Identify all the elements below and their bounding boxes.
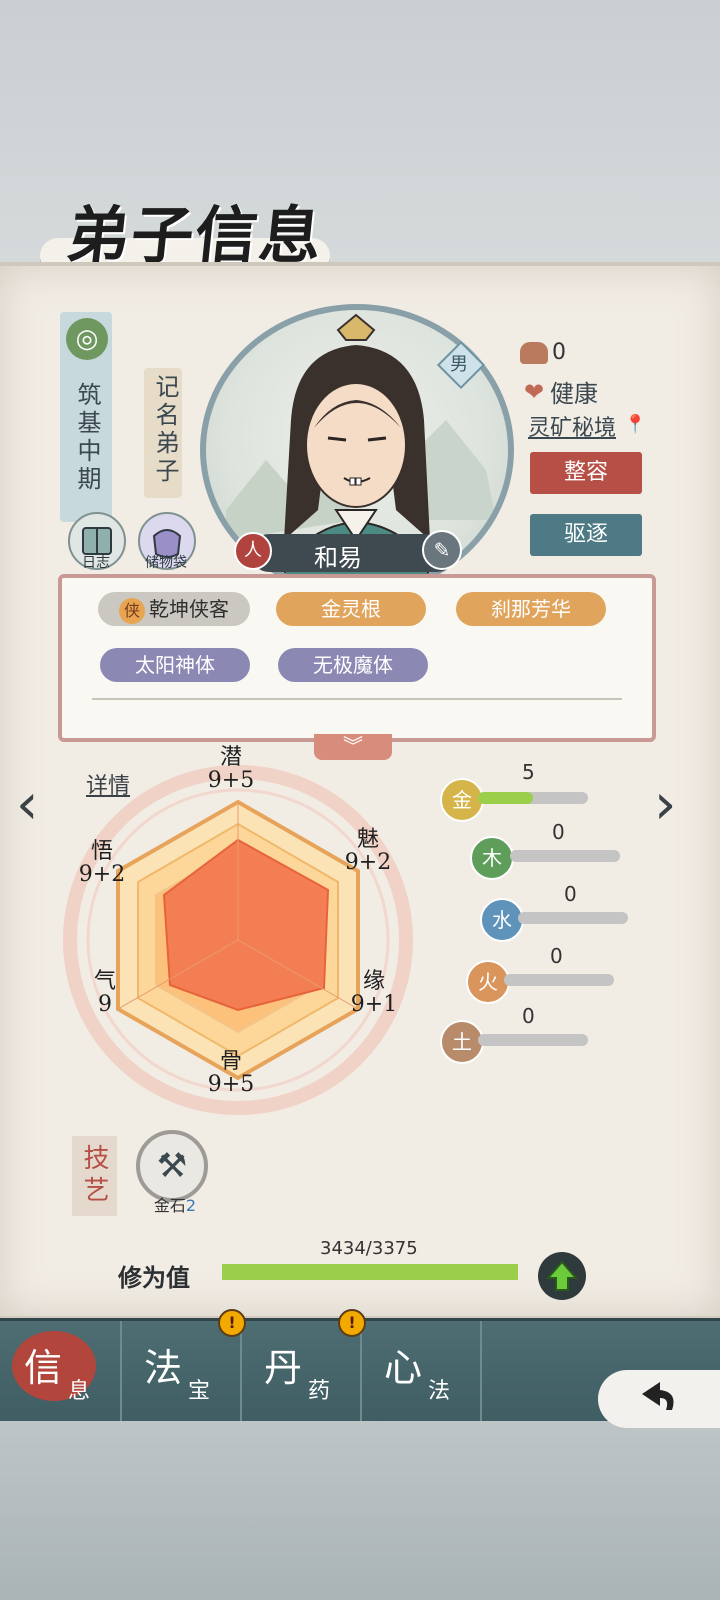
stat-value: 9+2 — [344, 850, 392, 875]
element-bar-track — [510, 850, 620, 862]
element-bar-track — [518, 912, 628, 924]
traits-divider — [92, 698, 622, 700]
stat-wu: 悟 9+2 — [74, 840, 130, 886]
element-value: 5 — [522, 760, 535, 784]
tab-label: 信 — [24, 1346, 63, 1390]
tab-sublabel: 宝 — [188, 1379, 211, 1404]
log-button[interactable]: 日志 — [56, 512, 136, 574]
element-value: 0 — [564, 882, 577, 906]
stat-name: 骨 — [219, 1049, 242, 1074]
chivalry-badge-icon: 侠 — [119, 598, 145, 624]
tab-2[interactable]: 丹药! — [240, 1309, 366, 1421]
stat-qian: 潜 9+5 — [206, 746, 256, 792]
skill-name: 金石 — [153, 1196, 186, 1215]
cultivation-text: 3434/3375 — [320, 1238, 418, 1259]
tab-0[interactable]: 信息 — [0, 1321, 122, 1421]
prev-disciple-arrow-icon[interactable]: ‹ — [16, 772, 38, 837]
rename-brush-icon[interactable]: ✎ — [422, 530, 462, 570]
log-label: 日志 — [82, 555, 110, 571]
stat-name: 悟 — [90, 839, 113, 864]
tab-label: 法 — [144, 1346, 183, 1390]
tab-sublabel: 药 — [308, 1379, 331, 1404]
skill-caption: 金石2 — [140, 1192, 210, 1216]
makeover-button[interactable]: 整容 — [530, 452, 642, 494]
bag-label: 储物袋 — [145, 555, 187, 571]
gender-text: 男 — [450, 354, 468, 375]
spiral-emblem-icon: ◎ — [66, 318, 108, 360]
disciple-name: 和易 — [314, 544, 362, 572]
stat-value: 9+2 — [78, 862, 126, 887]
resource-icon — [520, 342, 548, 364]
back-button[interactable] — [598, 1370, 720, 1428]
element-1-icon: 木 — [470, 836, 514, 880]
health-status: 健康 — [550, 380, 598, 408]
stat-mei: 魅 9+2 — [340, 828, 396, 874]
stat-value: 9+5 — [207, 1072, 255, 1097]
element-value: 0 — [552, 820, 565, 844]
back-arrow-icon — [642, 1382, 674, 1410]
cultivation-bar-fill — [222, 1264, 518, 1280]
breakthrough-up-arrow-icon[interactable] — [538, 1252, 586, 1300]
rank-text: 记名弟子 — [151, 374, 179, 486]
element-bar-track — [478, 792, 588, 804]
stat-yuan: 缘 9+1 — [346, 970, 402, 1016]
health-icon: ❤ — [524, 378, 545, 406]
tab-label: 丹 — [264, 1346, 303, 1390]
stat-value: 9 — [98, 992, 112, 1017]
element-bar-track — [478, 1034, 588, 1046]
element-bar-track — [504, 974, 614, 986]
stat-name: 魅 — [356, 827, 379, 852]
tab-sublabel: 法 — [428, 1379, 451, 1404]
cultivation-bar-track — [222, 1264, 518, 1280]
stat-value: 9+5 — [207, 768, 255, 793]
tab-label: 心 — [384, 1346, 423, 1390]
realm-text: 筑基中期 — [73, 382, 101, 494]
location-link[interactable]: 灵矿秘境 — [528, 410, 616, 442]
skill-level: 2 — [185, 1196, 197, 1215]
tab-sublabel: 息 — [68, 1379, 91, 1404]
skills-label: 技艺 — [72, 1136, 117, 1216]
tab-3[interactable]: 心法 — [360, 1321, 482, 1421]
stat-name: 潜 — [219, 745, 242, 770]
resource-count: 0 — [552, 340, 566, 365]
human-race-icon: 人 — [234, 532, 272, 570]
trait-tag[interactable]: 侠乾坤侠客 — [98, 592, 250, 626]
stat-name: 气 — [93, 969, 116, 994]
stat-value: 9+1 — [350, 992, 398, 1017]
cultivation-label: 修为值 — [118, 1263, 190, 1292]
trait-tag[interactable]: 刹那芳华 — [456, 592, 606, 626]
storage-bag-button[interactable]: 储物袋 — [126, 512, 206, 574]
trait-label: 乾坤侠客 — [149, 597, 229, 621]
stat-gu: 骨 9+5 — [206, 1050, 256, 1096]
trait-tag[interactable]: 无极魔体 — [278, 648, 428, 682]
skill-item[interactable]: ⚒ 金石2 — [130, 1130, 210, 1215]
location-pin-icon: 📍 — [624, 414, 647, 435]
next-disciple-arrow-icon[interactable]: › — [654, 772, 676, 837]
trait-tag[interactable]: 金灵根 — [276, 592, 426, 626]
element-bar-fill — [478, 792, 533, 804]
stat-qi: 气9 — [80, 970, 130, 1016]
element-value: 0 — [550, 944, 563, 968]
element-value: 0 — [522, 1004, 535, 1028]
trait-tag[interactable]: 太阳神体 — [100, 648, 250, 682]
expel-button[interactable]: 驱逐 — [530, 514, 642, 556]
tab-1[interactable]: 法宝! — [120, 1309, 246, 1421]
stat-name: 缘 — [362, 969, 385, 994]
